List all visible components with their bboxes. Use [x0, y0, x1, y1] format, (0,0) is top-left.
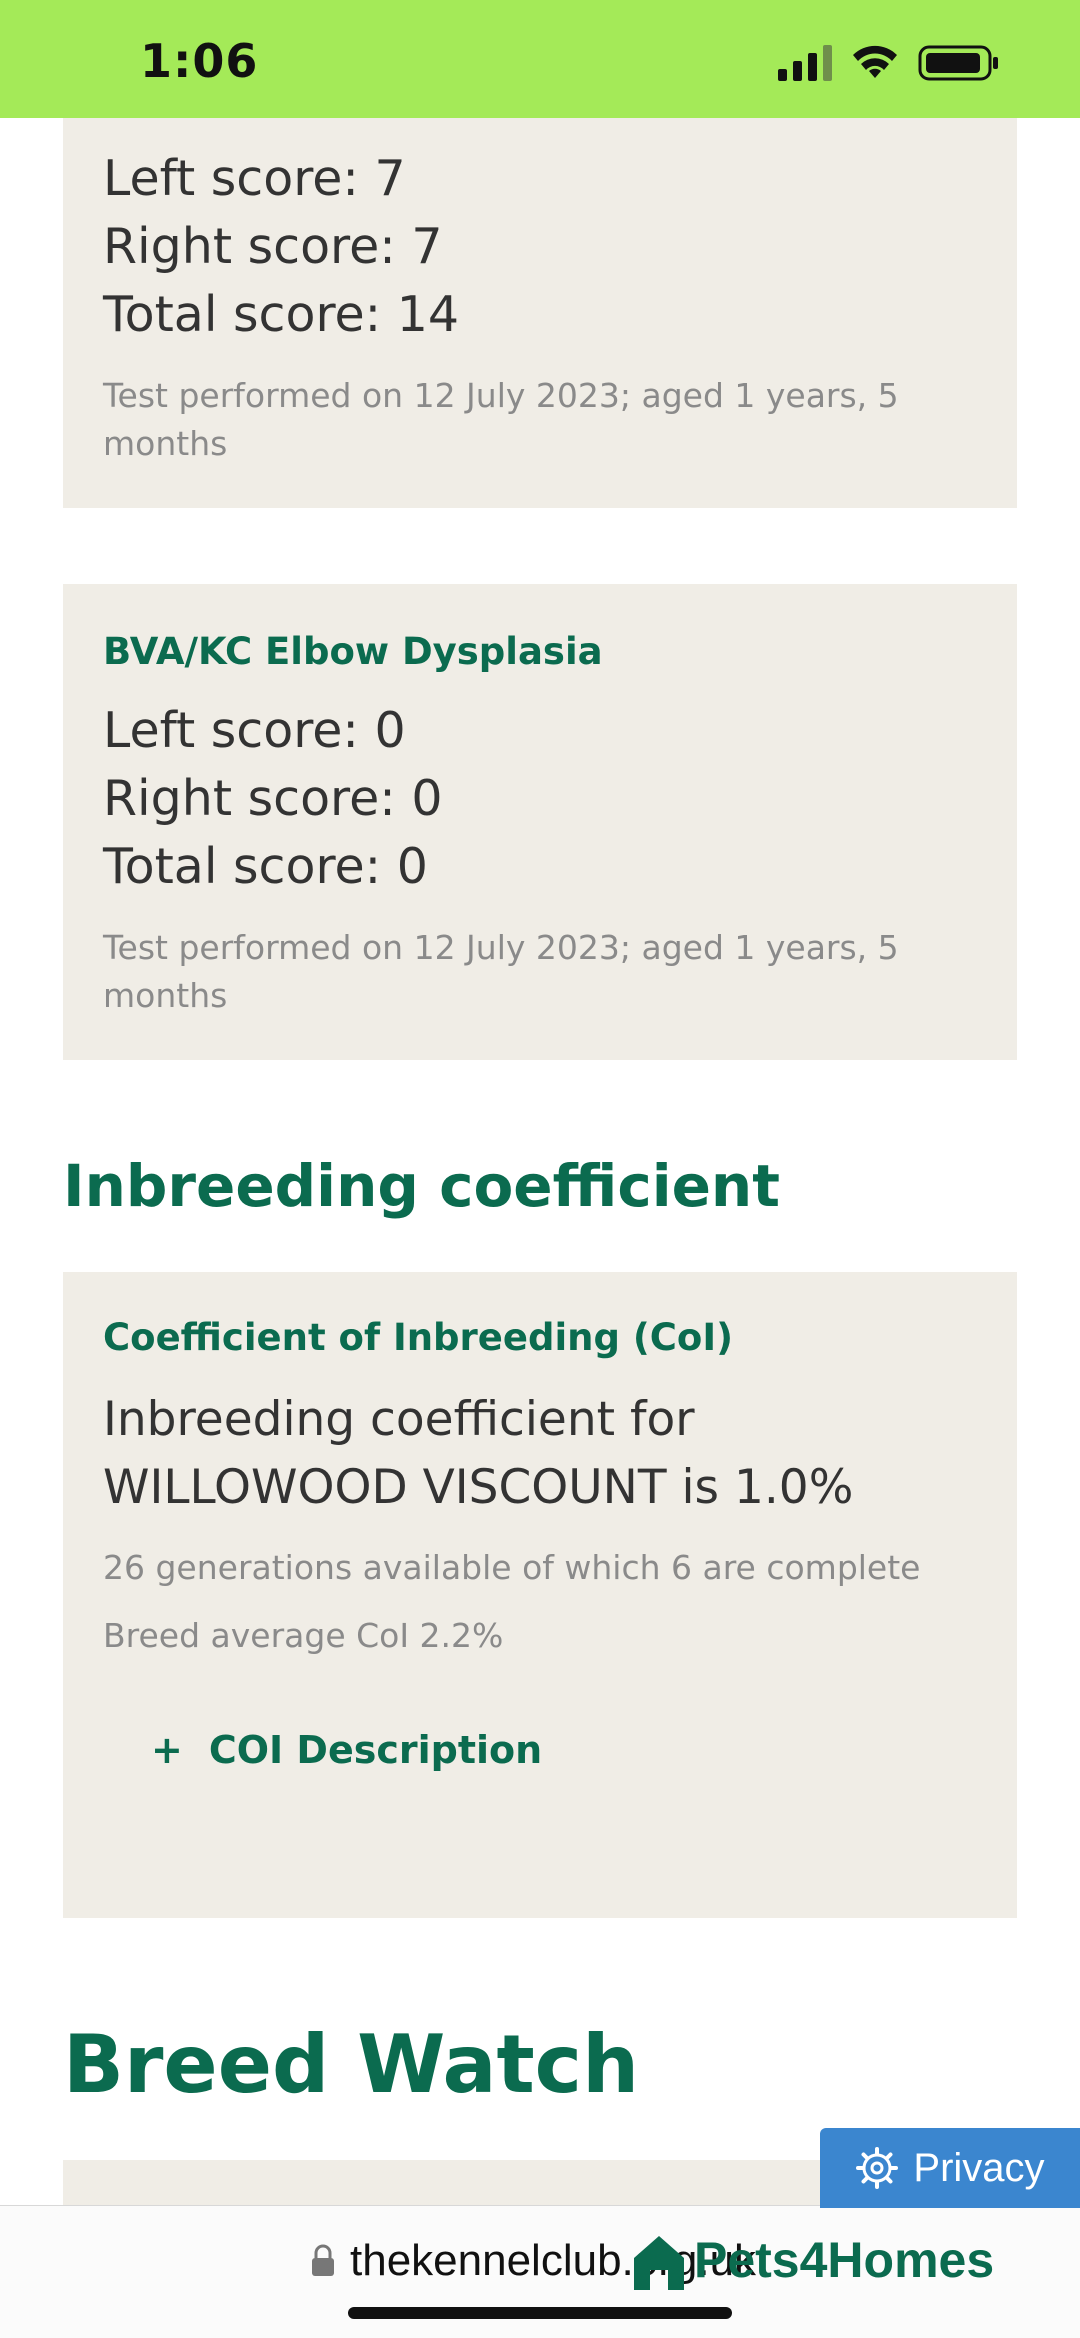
- elbow-card-title: BVA/KC Elbow Dysplasia: [103, 630, 603, 673]
- coi-description-toggle[interactable]: + COI Description: [151, 1728, 542, 1772]
- hip-test-meta: Test performed on 12 July 2023; aged 1 y…: [103, 376, 899, 463]
- privacy-button[interactable]: Privacy: [820, 2128, 1080, 2208]
- wifi-icon: [853, 45, 897, 78]
- elbow-dysplasia-card: BVA/KC Elbow Dysplasia Left score: 0 Rig…: [63, 584, 1017, 1060]
- breed-watch-heading: Breed Watch: [63, 2018, 640, 2111]
- hip-right-score: Right score: 7: [103, 218, 443, 275]
- pets4homes-overlay: Pets4Homes: [630, 2228, 994, 2292]
- elbow-right-score: Right score: 0: [103, 770, 443, 827]
- hip-dysplasia-card: Left score: 7 Right score: 7 Total score…: [63, 118, 1017, 508]
- battery-icon: [918, 45, 998, 81]
- expand-plus-icon: +: [151, 1728, 183, 1772]
- browser-bottom-bar: thekennelclub.org.uk Pets4Homes: [0, 2205, 1080, 2338]
- status-bar: 1:06: [0, 0, 1080, 118]
- cellular-signal-icon: [778, 45, 832, 81]
- gear-icon: [856, 2147, 899, 2189]
- pets4homes-label: Pets4Homes: [694, 2232, 995, 2288]
- coi-main-text: Inbreeding coefficient for WILLOWOOD VIS…: [103, 1392, 854, 1515]
- home-indicator[interactable]: [348, 2307, 732, 2319]
- status-icons: [778, 44, 1000, 82]
- elbow-left-score: Left score: 0: [103, 702, 406, 759]
- status-time: 1:06: [140, 34, 259, 88]
- pets4homes-logo-icon: [634, 2236, 684, 2290]
- hip-left-score: Left score: 7: [103, 150, 406, 207]
- elbow-test-meta: Test performed on 12 July 2023; aged 1 y…: [103, 928, 899, 1015]
- elbow-total-score: Total score: 0: [103, 838, 428, 895]
- coi-generations: 26 generations available of which 6 are …: [103, 1548, 921, 1587]
- coi-description-label: COI Description: [208, 1728, 543, 1772]
- coi-card-title: Coefficient of Inbreeding (CoI): [103, 1316, 734, 1359]
- privacy-label: Privacy: [913, 2145, 1045, 2190]
- hip-total-score: Total score: 14: [103, 286, 460, 343]
- inbreeding-heading: Inbreeding coefficient: [63, 1152, 780, 1220]
- lock-icon: [312, 2244, 334, 2276]
- inbreeding-card: Coefficient of Inbreeding (CoI) Inbreedi…: [63, 1272, 1017, 1918]
- coi-breed-average: Breed average CoI 2.2%: [103, 1616, 504, 1655]
